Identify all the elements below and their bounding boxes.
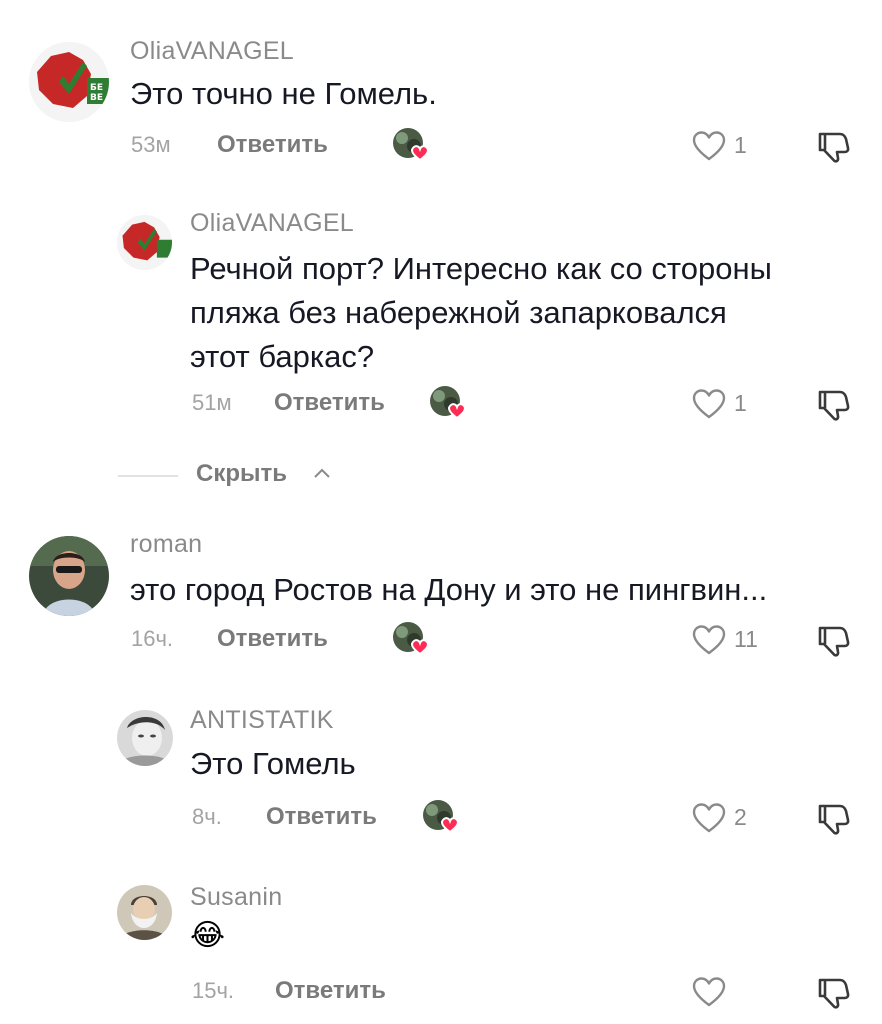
- reply-button[interactable]: Ответить: [275, 977, 386, 1005]
- comment-actions: 15ч. Ответить: [0, 972, 882, 1012]
- avatar[interactable]: [117, 885, 172, 940]
- comment-username[interactable]: Susanin: [190, 883, 282, 912]
- comment-time: 15ч.: [192, 978, 235, 1003]
- laughing-tears-emoji: 😂: [190, 919, 226, 952]
- heart-outline-icon[interactable]: [692, 976, 726, 1008]
- reply-item: Susanin 😂 15ч. Ответить: [0, 0, 882, 1024]
- thumbs-down-icon[interactable]: [816, 976, 852, 1010]
- comment-text: 😂: [190, 918, 225, 954]
